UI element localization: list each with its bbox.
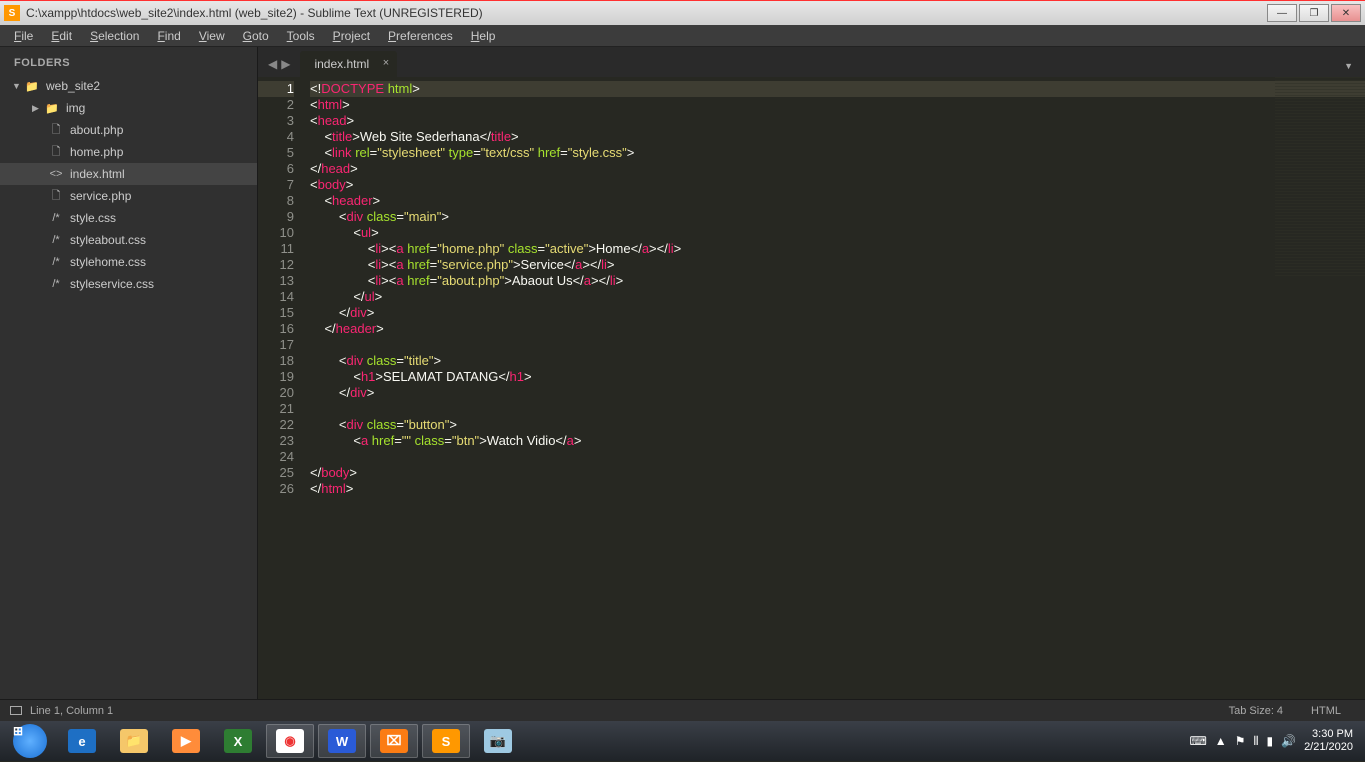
close-button[interactable]: ✕ (1331, 4, 1361, 22)
sidebar-header: FOLDERS (0, 47, 257, 75)
taskbar-word[interactable]: W (318, 724, 366, 758)
tree-file-about-php[interactable]: 🗋 about.php (0, 119, 257, 141)
tree-label: service.php (70, 189, 131, 203)
file-icon: /* (48, 256, 64, 268)
menu-project[interactable]: Project (325, 27, 378, 45)
tree-label: home.php (70, 145, 123, 159)
folder-tree: ▼ 📁 web_site2 ▶ 📁 img 🗋 about.php 🗋 home.ph… (0, 75, 257, 295)
tree-file-index-html[interactable]: <> index.html (0, 163, 257, 185)
status-tab-size[interactable]: Tab Size: 4 (1215, 705, 1297, 717)
window-titlebar: S C:\xampp\htdocs\web_site2\index.html (… (0, 0, 1365, 25)
folder-icon: 📁 (44, 102, 60, 115)
taskbar-explorer[interactable]: 📁 (110, 724, 158, 758)
file-icon: 🗋 (48, 143, 64, 162)
maximize-button[interactable]: ❐ (1299, 4, 1329, 22)
tree-file-stylehome-css[interactable]: /* stylehome.css (0, 251, 257, 273)
minimize-button[interactable]: — (1267, 4, 1297, 22)
taskbar-excel[interactable]: X (214, 724, 262, 758)
app-icon: S (4, 5, 20, 21)
menu-file[interactable]: File (6, 27, 41, 45)
sidebar: FOLDERS ▼ 📁 web_site2 ▶ 📁 img 🗋 about.php… (0, 47, 258, 699)
chevron-down-icon: ▼ (12, 81, 22, 91)
panel-icon[interactable] (10, 706, 22, 715)
tree-label: stylehome.css (70, 255, 146, 269)
menu-goto[interactable]: Goto (235, 27, 277, 45)
taskbar-wmp[interactable]: ▶ (162, 724, 210, 758)
tree-label: styleservice.css (70, 277, 154, 291)
file-icon: 🗋 (48, 121, 64, 140)
tab-back-button[interactable]: ◀ (268, 57, 277, 71)
window-title: C:\xampp\htdocs\web_site2\index.html (we… (26, 6, 1265, 20)
file-icon: 🗋 (48, 187, 64, 206)
code-editor[interactable]: 1234567891011121314151617181920212223242… (258, 77, 1365, 699)
volume-icon[interactable]: 🔊 (1281, 734, 1296, 748)
tree-label: img (66, 101, 85, 115)
menu-edit[interactable]: Edit (43, 27, 80, 45)
clock-date: 2/21/2020 (1304, 741, 1353, 754)
code-content[interactable]: <!DOCTYPE html><html><head> <title>Web S… (302, 77, 1365, 699)
clock-time: 3:30 PM (1304, 728, 1353, 741)
flag-icon[interactable]: ⚑ (1235, 734, 1246, 748)
status-cursor-pos: Line 1, Column 1 (30, 705, 113, 717)
file-icon: /* (48, 278, 64, 290)
keyboard-icon[interactable]: ⌨ (1189, 734, 1206, 748)
statusbar: Line 1, Column 1 Tab Size: 4 HTML (0, 699, 1365, 721)
battery-icon[interactable]: ▮ (1267, 734, 1274, 748)
file-icon: /* (48, 234, 64, 246)
tree-label: web_site2 (46, 79, 100, 93)
menu-preferences[interactable]: Preferences (380, 27, 461, 45)
folder-icon: 📁 (24, 80, 40, 93)
menu-selection[interactable]: Selection (82, 27, 147, 45)
tree-folder-root[interactable]: ▼ 📁 web_site2 (0, 75, 257, 97)
wifi-icon[interactable]: ⫴ (1253, 734, 1258, 749)
taskbar: ⊞ e 📁 ▶ X ◉ W ⌧ S 📷 ⌨ ▲ ⚑ ⫴ ▮ 🔊 3:30 PM … (0, 721, 1365, 761)
menubar: FileEditSelectionFindViewGotoToolsProjec… (0, 25, 1365, 47)
tree-label: style.css (70, 211, 116, 225)
tree-label: index.html (70, 167, 125, 181)
taskbar-clock[interactable]: 3:30 PM 2/21/2020 (1304, 728, 1353, 754)
menu-view[interactable]: View (191, 27, 233, 45)
taskbar-chrome[interactable]: ◉ (266, 724, 314, 758)
tab-index-html[interactable]: index.html × (300, 51, 397, 77)
menu-find[interactable]: Find (149, 27, 188, 45)
taskbar-sublime[interactable]: S (422, 724, 470, 758)
start-button[interactable]: ⊞ (6, 724, 54, 758)
tabstrip: ◀ ▶ index.html × ▼ (258, 47, 1365, 77)
tab-overflow-button[interactable]: ▼ (1332, 55, 1365, 77)
tree-file-styleabout-css[interactable]: /* styleabout.css (0, 229, 257, 251)
close-icon[interactable]: × (383, 57, 389, 69)
tray-chevron-icon[interactable]: ▲ (1215, 734, 1227, 748)
tree-file-home-php[interactable]: 🗋 home.php (0, 141, 257, 163)
tree-folder-img[interactable]: ▶ 📁 img (0, 97, 257, 119)
system-tray: ⌨ ▲ ⚑ ⫴ ▮ 🔊 3:30 PM 2/21/2020 (1189, 728, 1361, 754)
tab-forward-button[interactable]: ▶ (281, 57, 290, 71)
chevron-right-icon: ▶ (32, 103, 42, 114)
tab-label: index.html (314, 57, 369, 71)
tree-file-service-php[interactable]: 🗋 service.php (0, 185, 257, 207)
status-language[interactable]: HTML (1297, 705, 1355, 717)
file-icon: <> (48, 168, 64, 180)
taskbar-xampp[interactable]: ⌧ (370, 724, 418, 758)
menu-tools[interactable]: Tools (279, 27, 323, 45)
line-gutter: 1234567891011121314151617181920212223242… (258, 77, 302, 699)
minimap[interactable] (1275, 77, 1365, 277)
tree-label: about.php (70, 123, 123, 137)
file-icon: /* (48, 212, 64, 224)
tree-label: styleabout.css (70, 233, 146, 247)
tree-file-style-css[interactable]: /* style.css (0, 207, 257, 229)
tree-file-styleservice-css[interactable]: /* styleservice.css (0, 273, 257, 295)
taskbar-camera[interactable]: 📷 (474, 724, 522, 758)
menu-help[interactable]: Help (463, 27, 504, 45)
editor-area: ◀ ▶ index.html × ▼ 123456789101112131415… (258, 47, 1365, 699)
taskbar-ie[interactable]: e (58, 724, 106, 758)
